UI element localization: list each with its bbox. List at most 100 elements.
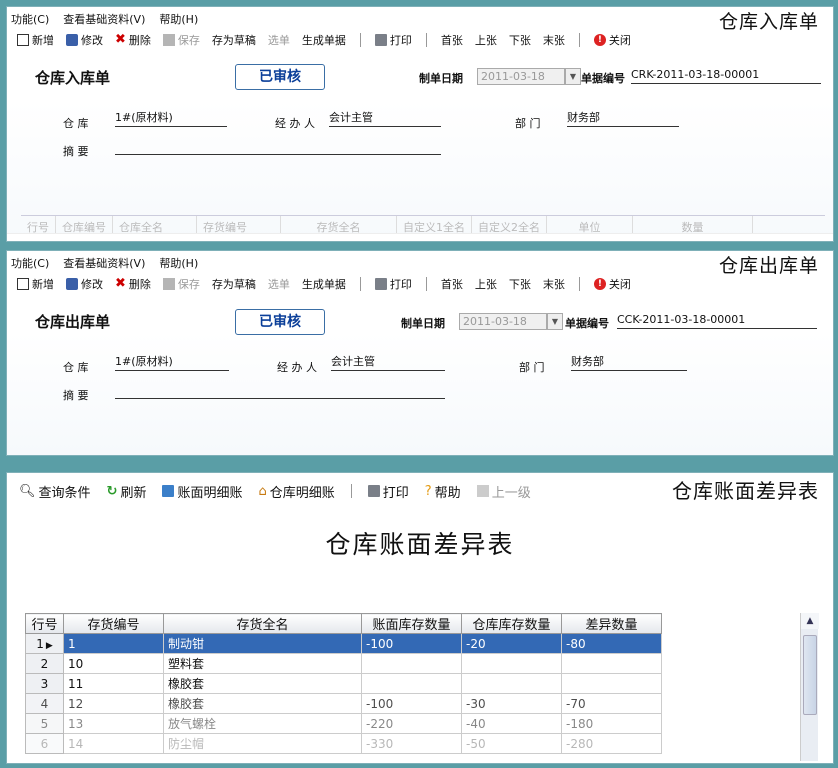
cell-diff-qty[interactable] [561, 673, 662, 694]
new-button[interactable]: 新增 [11, 32, 60, 48]
first-button[interactable]: 首张 [435, 32, 469, 48]
first-button[interactable]: 首张 [435, 276, 469, 292]
cell-diff-qty[interactable]: -70 [561, 693, 662, 714]
table-row[interactable]: 4 12 橡胶套 -100 -30 -70 [25, 693, 662, 714]
cell-wh-qty[interactable]: -30 [461, 693, 562, 714]
generate-doc-button[interactable]: 生成单据 [296, 276, 352, 292]
next-button[interactable]: 下张 [503, 276, 537, 292]
dept-field[interactable]: 财务部 [567, 111, 679, 127]
vertical-scrollbar[interactable]: ▲ [800, 613, 819, 761]
cell-wh-qty[interactable] [461, 653, 562, 674]
col-header-name[interactable]: 存货全名 [163, 613, 362, 634]
warehouse-field[interactable]: 1#(原材料) [115, 355, 229, 371]
close-button[interactable]: ! 关闭 [588, 32, 637, 48]
date-dropdown-icon[interactable]: ▼ [565, 68, 581, 85]
print-button[interactable]: 打印 [360, 482, 417, 501]
cell-book-qty[interactable]: -330 [361, 733, 462, 754]
table-row[interactable]: 3 11 橡胶套 [25, 673, 662, 694]
handler-field[interactable]: 会计主管 [329, 111, 441, 127]
cell-book-qty[interactable]: -100 [361, 633, 462, 654]
cell-code[interactable]: 14 [63, 733, 164, 754]
menu-function[interactable]: 功能(C) [11, 255, 49, 271]
close-icon: ! [593, 34, 606, 46]
generate-doc-button[interactable]: 生成单据 [296, 32, 352, 48]
dept-field[interactable]: 财务部 [571, 355, 687, 371]
help-button[interactable]: ? 帮助 [417, 482, 469, 501]
cell-wh-qty[interactable]: -20 [461, 633, 562, 654]
save-draft-button[interactable]: 存为草稿 [206, 276, 262, 292]
date-field[interactable]: 2011-03-18 [459, 313, 547, 330]
book-ledger-button[interactable]: 账面明细账 [154, 482, 250, 501]
menu-view-basic-data[interactable]: 查看基础资料(V) [63, 11, 145, 27]
warehouse-field[interactable]: 1#(原材料) [115, 111, 227, 127]
last-button[interactable]: 末张 [537, 32, 571, 48]
cell-name[interactable]: 制动钳 [163, 633, 362, 654]
col-header-code[interactable]: 存货编号 [63, 613, 164, 634]
cell-diff-qty[interactable]: -280 [561, 733, 662, 754]
print-button[interactable]: 打印 [369, 276, 418, 292]
cell-diff-qty[interactable]: -80 [561, 633, 662, 654]
cell-code[interactable]: 1 [63, 633, 164, 654]
table-row[interactable]: 2 10 塑料套 [25, 653, 662, 674]
date-field[interactable]: 2011-03-18 [477, 68, 565, 85]
cell-diff-qty[interactable] [561, 653, 662, 674]
cell-name[interactable]: 橡胶套 [163, 673, 362, 694]
handler-field[interactable]: 会计主管 [331, 355, 445, 371]
docno-field[interactable]: CRK-2011-03-18-00001 [631, 68, 821, 84]
cell-name[interactable]: 防尘帽 [163, 733, 362, 754]
docno-field[interactable]: CCK-2011-03-18-00001 [617, 313, 817, 329]
menu-function[interactable]: 功能(C) [11, 11, 49, 27]
menu-help[interactable]: 帮助(H) [159, 11, 198, 27]
summary-field[interactable] [115, 383, 445, 399]
edit-button[interactable]: 修改 [60, 276, 109, 292]
menu-help[interactable]: 帮助(H) [159, 255, 198, 271]
summary-field[interactable] [115, 139, 441, 155]
pick-order-button[interactable]: 选单 [262, 276, 296, 292]
date-dropdown-icon[interactable]: ▼ [547, 313, 563, 330]
cell-book-qty[interactable]: -220 [361, 713, 462, 734]
save-draft-button[interactable]: 存为草稿 [206, 32, 262, 48]
cell-name[interactable]: 塑料套 [163, 653, 362, 674]
last-button[interactable]: 末张 [537, 276, 571, 292]
new-button[interactable]: 新增 [11, 276, 60, 292]
close-button[interactable]: ! 关闭 [588, 276, 637, 292]
cell-code[interactable]: 12 [63, 693, 164, 714]
cell-diff-qty[interactable]: -180 [561, 713, 662, 734]
cell-wh-qty[interactable]: -50 [461, 733, 562, 754]
save-button[interactable]: 保存 [157, 276, 206, 292]
diff-table: 行号 存货编号 存货全名 账面库存数量 仓库库存数量 差异数量 1 ▶ 1 制动钳… [25, 613, 662, 754]
cell-name[interactable]: 橡胶套 [163, 693, 362, 714]
pick-order-button[interactable]: 选单 [262, 32, 296, 48]
cell-book-qty[interactable]: -100 [361, 693, 462, 714]
menu-view-basic-data[interactable]: 查看基础资料(V) [63, 255, 145, 271]
cell-book-qty[interactable] [361, 673, 462, 694]
col-header-wh-qty[interactable]: 仓库库存数量 [461, 613, 562, 634]
cell-name[interactable]: 放气螺栓 [163, 713, 362, 734]
cell-code[interactable]: 10 [63, 653, 164, 674]
up-level-button[interactable]: 上一级 [469, 482, 539, 501]
save-button[interactable]: 保存 [157, 32, 206, 48]
table-row[interactable]: 5 13 放气螺栓 -220 -40 -180 [25, 713, 662, 734]
col-header-diff-qty[interactable]: 差异数量 [561, 613, 662, 634]
prev-button[interactable]: 上张 [469, 276, 503, 292]
col-header-book-qty[interactable]: 账面库存数量 [361, 613, 462, 634]
delete-button[interactable]: ✖ 删除 [109, 276, 157, 292]
table-row[interactable]: 6 14 防尘帽 -330 -50 -280 [25, 733, 662, 754]
col-header-row-no[interactable]: 行号 [25, 613, 64, 634]
scrollbar-thumb[interactable] [803, 635, 817, 715]
warehouse-ledger-button[interactable]: ⌂ 仓库明细账 [250, 482, 342, 501]
cell-wh-qty[interactable]: -40 [461, 713, 562, 734]
refresh-button[interactable]: ↻ 刷新 [99, 482, 155, 501]
cell-code[interactable]: 11 [63, 673, 164, 694]
edit-button[interactable]: 修改 [60, 32, 109, 48]
next-button[interactable]: 下张 [503, 32, 537, 48]
scroll-up-icon[interactable]: ▲ [801, 613, 819, 629]
cell-wh-qty[interactable] [461, 673, 562, 694]
prev-button[interactable]: 上张 [469, 32, 503, 48]
query-button[interactable]: 🔍︎ 查询条件 [11, 482, 99, 501]
cell-code[interactable]: 13 [63, 713, 164, 734]
delete-button[interactable]: ✖ 删除 [109, 32, 157, 48]
print-button[interactable]: 打印 [369, 32, 418, 48]
table-row[interactable]: 1 ▶ 1 制动钳 -100 -20 -80 [25, 633, 662, 654]
cell-book-qty[interactable] [361, 653, 462, 674]
